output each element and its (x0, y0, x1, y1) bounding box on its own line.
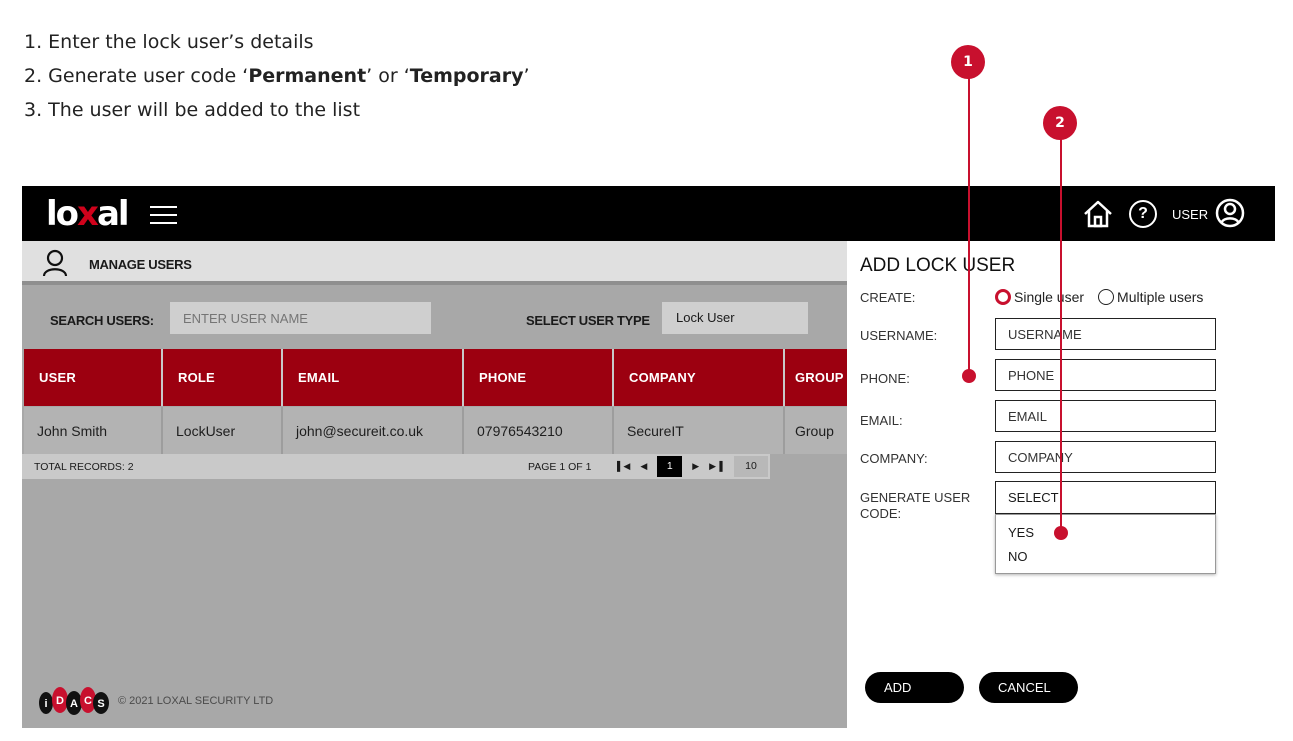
column-header-phone[interactable]: PHONE (464, 349, 614, 406)
page-size-select[interactable]: 10 (734, 456, 768, 477)
idacs-letter-d: D (56, 695, 64, 707)
table-row[interactable]: John Smith LockUser john@secureit.co.uk … (24, 407, 847, 455)
idacs-logo: i D A C S (39, 687, 109, 715)
instructions: 1. Enter the lock user’s details 2. Gene… (24, 30, 530, 132)
option-yes[interactable]: YES (996, 521, 1215, 545)
permanent-label: Permanent (248, 65, 367, 87)
temporary-label: Temporary (409, 65, 524, 87)
instruction-step-3: 3. The user will be added to the list (24, 99, 361, 121)
logo-text-2: al (96, 194, 130, 234)
search-users-label: SEARCH USERS: (50, 313, 154, 328)
cell-user: John Smith (24, 407, 163, 455)
loxal-logo[interactable]: loxal (46, 194, 130, 234)
copyright-text: © 2021 LOXAL SECURITY LTD (118, 695, 274, 707)
generate-code-label: GENERATE USER CODE: (860, 490, 970, 522)
page-info: PAGE 1 OF 1 (528, 461, 592, 473)
next-page-icon[interactable]: ▶ (692, 461, 699, 472)
callout-line-2 (1060, 139, 1062, 533)
menu-icon[interactable] (150, 206, 177, 224)
total-records: TOTAL RECORDS: 2 (34, 461, 134, 473)
user-circle-icon[interactable] (1215, 198, 1245, 228)
home-icon[interactable] (1082, 198, 1114, 230)
add-button[interactable]: ADD (865, 672, 964, 703)
cell-email: john@secureit.co.uk (283, 407, 464, 455)
users-table: USER ROLE EMAIL PHONE COMPANY GROUP John… (24, 349, 847, 455)
create-label: CREATE: (860, 290, 916, 305)
generate-code-select[interactable]: SELECT (995, 481, 1216, 514)
create-mode-radios: Single user Multiple users (995, 289, 1217, 305)
phone-input[interactable] (995, 359, 1216, 391)
step-2-text: 2. Generate user code ‘ (24, 65, 249, 87)
phone-label: PHONE: (860, 371, 910, 386)
callout-marker-2: 2 (1043, 106, 1077, 140)
pager: ▌◀ ◀ 1 ▶ ▶▐ (612, 456, 727, 477)
cell-group: Group (795, 423, 834, 439)
help-icon[interactable]: ? (1129, 200, 1157, 228)
single-user-label[interactable]: Single user (1014, 289, 1084, 305)
generate-code-label-line-1: GENERATE USER (860, 490, 971, 505)
manage-users-title: MANAGE USERS (89, 257, 192, 272)
cell-company: SecureIT (614, 407, 785, 455)
column-header-role[interactable]: ROLE (163, 349, 283, 406)
column-header-user[interactable]: USER (24, 349, 163, 406)
generate-code-dropdown: YES NO (995, 514, 1216, 574)
first-page-icon[interactable]: ▌◀ (617, 461, 630, 472)
generate-code-label-line-2: CODE: (860, 506, 902, 521)
username-label: USERNAME: (860, 328, 938, 343)
company-label: COMPANY: (860, 451, 928, 466)
cell-role: LockUser (163, 407, 283, 455)
search-users-input[interactable] (170, 302, 431, 334)
top-bar: loxal ? USER (22, 186, 1275, 241)
user-type-label: SELECT USER TYPE (526, 313, 650, 328)
idacs-letter-s: S (97, 698, 104, 710)
callout-dot-1 (962, 369, 976, 383)
callout-line-1 (968, 78, 970, 376)
logo-text-x: x (77, 194, 99, 234)
callout-dot-2 (1054, 526, 1068, 540)
prev-page-icon[interactable]: ◀ (640, 461, 647, 472)
cancel-button[interactable]: CANCEL (979, 672, 1078, 703)
idacs-letter-c: C (84, 695, 92, 707)
email-label: EMAIL: (860, 413, 903, 428)
current-page-button[interactable]: 1 (657, 456, 683, 477)
step-2-text-end: ’ (523, 65, 530, 87)
panel-title: ADD LOCK USER (860, 255, 1016, 276)
username-input[interactable] (995, 318, 1216, 350)
app-window: loxal ? USER MANAGE USERS SEARCH USERS: … (22, 186, 1275, 728)
idacs-letter-a: A (70, 698, 78, 710)
company-input[interactable] (995, 441, 1216, 473)
step-2-text-mid: ’ or ‘ (366, 65, 410, 87)
idacs-letter-i: i (44, 698, 47, 710)
logo-text-1: lo (46, 194, 79, 234)
multiple-users-radio[interactable] (1098, 289, 1115, 305)
manage-users-bar: MANAGE USERS (22, 241, 847, 285)
multiple-users-label[interactable]: Multiple users (1117, 289, 1203, 305)
user-menu-label[interactable]: USER (1172, 207, 1208, 222)
pagination-bar: TOTAL RECORDS: 2 PAGE 1 OF 1 ▌◀ ◀ 1 ▶ ▶▐… (22, 454, 847, 479)
cell-phone: 07976543210 (464, 407, 614, 455)
last-page-icon[interactable]: ▶▐ (709, 461, 722, 472)
column-header-group[interactable]: GROUP (785, 349, 847, 406)
callout-marker-1: 1 (951, 45, 985, 79)
option-no[interactable]: NO (996, 545, 1215, 569)
instruction-step-1: 1. Enter the lock user’s details (24, 31, 314, 53)
pagination-filler (770, 454, 847, 479)
single-user-radio[interactable] (995, 289, 1011, 305)
column-header-email[interactable]: EMAIL (283, 349, 464, 406)
person-icon (42, 249, 68, 277)
email-input[interactable] (995, 400, 1216, 432)
instruction-step-2: 2. Generate user code ‘Permanent’ or ‘Te… (24, 64, 530, 98)
table-header: USER ROLE EMAIL PHONE COMPANY GROUP (24, 349, 847, 406)
user-type-select[interactable]: Lock User (662, 302, 808, 334)
column-header-company[interactable]: COMPANY (614, 349, 785, 406)
